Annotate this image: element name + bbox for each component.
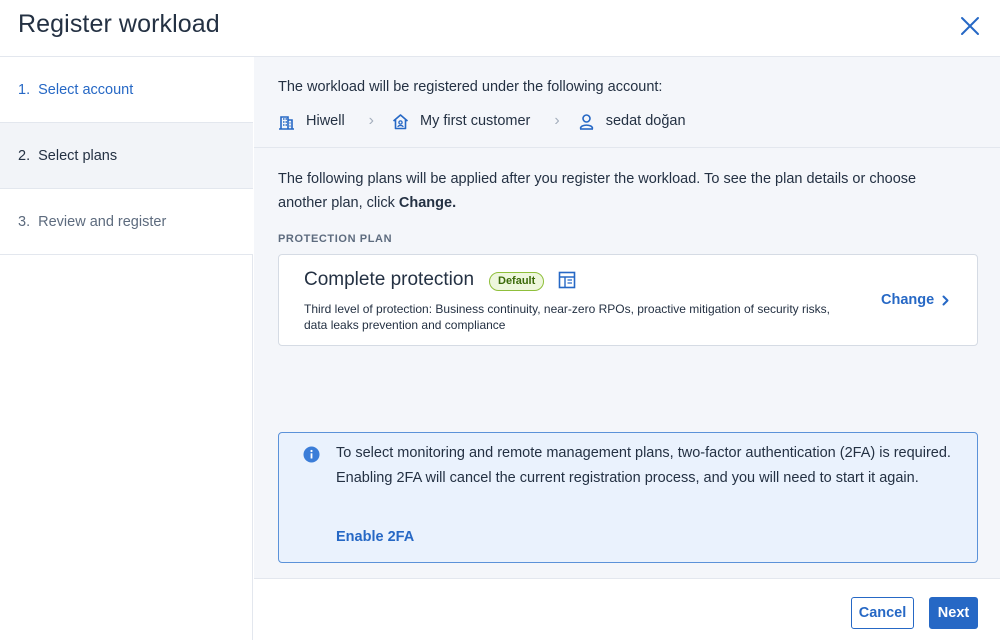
chevron-right-icon bbox=[942, 295, 949, 305]
breadcrumb-label: My first customer bbox=[420, 113, 531, 129]
breadcrumb-separator: › bbox=[554, 112, 560, 129]
building-icon bbox=[279, 115, 294, 130]
breadcrumb-label: sedat doğan bbox=[605, 113, 686, 129]
breadcrumb-separator: › bbox=[368, 112, 374, 129]
dialog-footer: Cancel Next bbox=[254, 578, 1000, 640]
step-review-and-register[interactable]: 3. Review and register bbox=[0, 189, 253, 255]
cancel-button[interactable]: Cancel bbox=[851, 597, 914, 629]
plan-details-icon[interactable] bbox=[558, 271, 576, 294]
default-badge: Default bbox=[489, 272, 545, 291]
change-label: Change bbox=[881, 292, 935, 308]
close-icon[interactable] bbox=[958, 14, 982, 38]
wizard-steps: 1. Select account 2. Select plans 3. Rev… bbox=[0, 57, 253, 640]
enable-2fa-link[interactable]: Enable 2FA bbox=[336, 529, 414, 545]
breadcrumb-label: Hiwell bbox=[306, 113, 345, 129]
step-select-plans[interactable]: 2. Select plans bbox=[0, 123, 253, 189]
step-label: Select plans bbox=[38, 148, 118, 164]
protection-plan-card: Complete protection Default Third level … bbox=[278, 254, 978, 346]
plans-description: The following plans will be applied afte… bbox=[278, 167, 968, 215]
step-label: Review and register bbox=[38, 214, 167, 230]
change-plan-link[interactable]: Change bbox=[881, 292, 949, 308]
dialog-title: Register workload bbox=[18, 10, 220, 38]
breadcrumb-item: Hiwell bbox=[278, 113, 345, 130]
breadcrumb-item: sedat doğan bbox=[578, 113, 686, 130]
breadcrumb-item: My first customer bbox=[392, 113, 530, 130]
plan-name: Complete protection bbox=[304, 269, 475, 290]
next-button[interactable]: Next bbox=[929, 597, 978, 629]
protection-plan-label: PROTECTION PLAN bbox=[278, 233, 393, 245]
step-number: 3. bbox=[18, 214, 31, 230]
dialog-header: Register workload bbox=[0, 0, 1000, 57]
step-number: 1. bbox=[18, 82, 31, 98]
plans-text: The following plans will be applied afte… bbox=[278, 171, 917, 211]
plans-text-change: Change. bbox=[398, 195, 457, 211]
twofa-info-alert: To select monitoring and remote manageme… bbox=[278, 432, 978, 563]
main-panel: The workload will be registered under th… bbox=[254, 57, 1000, 578]
step-label: Select account bbox=[38, 82, 134, 98]
account-section: The workload will be registered under th… bbox=[254, 57, 1000, 148]
plan-description: Third level of protection: Business cont… bbox=[304, 302, 830, 332]
account-breadcrumb: Hiwell › My first customer › sedat doğan bbox=[278, 110, 686, 132]
info-message: To select monitoring and remote manageme… bbox=[336, 445, 951, 486]
info-icon bbox=[303, 446, 320, 468]
account-intro: The workload will be registered under th… bbox=[278, 79, 663, 95]
step-number: 2. bbox=[18, 148, 31, 164]
step-select-account[interactable]: 1. Select account bbox=[0, 57, 253, 123]
customer-home-icon bbox=[392, 113, 409, 129]
user-icon bbox=[579, 113, 594, 130]
